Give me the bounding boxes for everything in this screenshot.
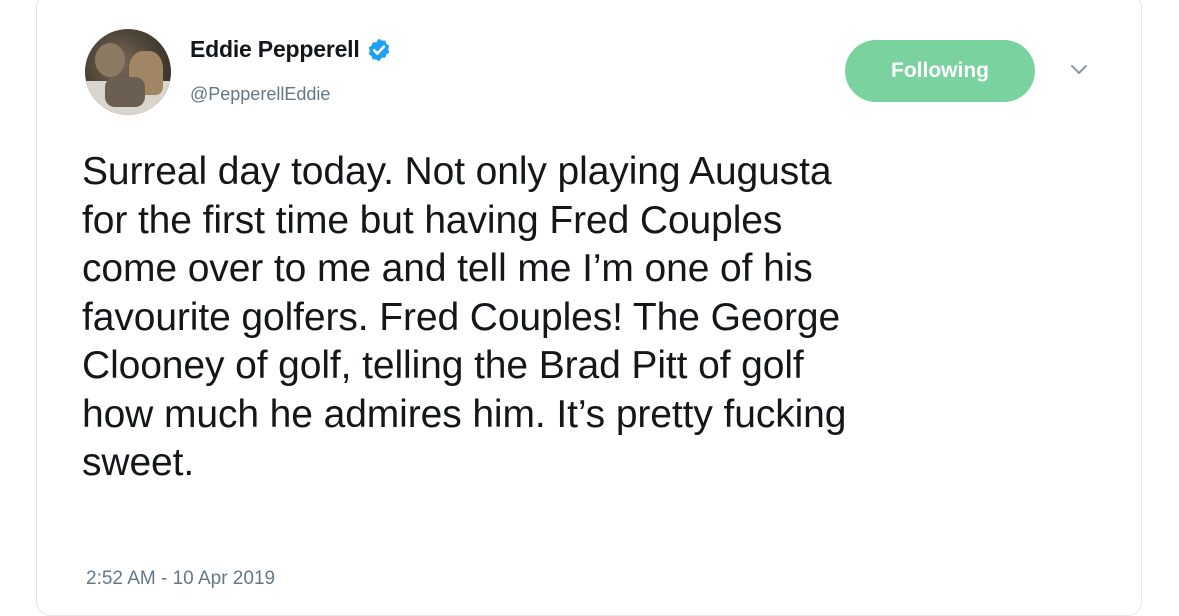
verified-badge-icon [366,37,392,63]
following-button[interactable]: Following [845,40,1035,102]
author-display-name[interactable]: Eddie Pepperell [190,36,360,63]
tweet-text: Surreal day today. Not only playing Augu… [82,150,847,484]
author-handle[interactable]: @PepperellEddie [190,84,330,105]
avatar[interactable] [85,29,171,115]
chevron-down-icon[interactable] [1068,62,1090,78]
author-name-row: Eddie Pepperell [190,36,392,63]
tweet-timestamp[interactable]: 2:52 AM - 10 Apr 2019 [86,568,275,590]
